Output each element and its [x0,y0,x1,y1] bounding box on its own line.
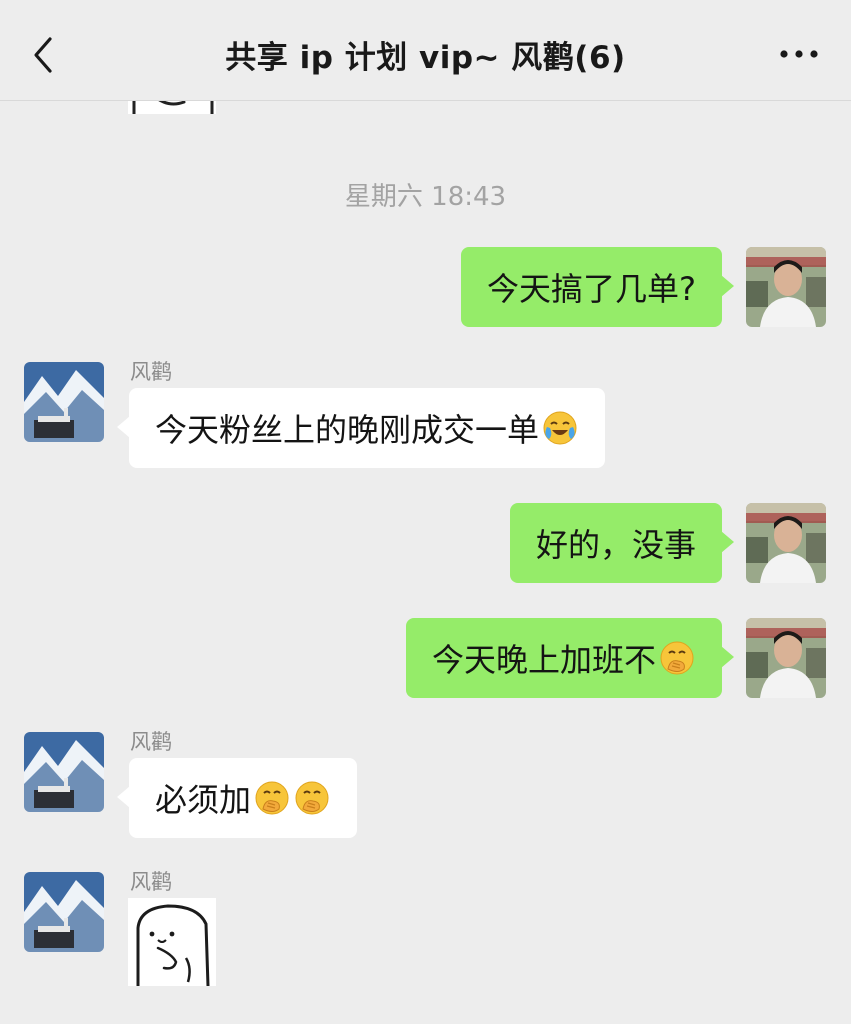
back-button[interactable] [20,30,66,80]
message-text: 今天搞了几单? [487,270,696,308]
outgoing-message-bubble[interactable]: 今天搞了几单? [461,247,734,327]
bear-sticker[interactable] [128,898,216,986]
sender-avatar[interactable] [24,732,104,812]
sender-avatar[interactable] [24,362,104,442]
nav-bar: 共享 ip 计划 vip~ 风鹳(6) [0,0,851,101]
sender-name: 风鹳 [130,730,172,754]
message-text: 今天粉丝上的晚刚成交一单 [155,411,540,449]
my-avatar[interactable] [746,503,826,583]
outgoing-message-bubble[interactable]: 好的，没事 [509,503,735,583]
sender-name: 风鹳 [130,870,172,894]
message-text: 今天晚上加班不 [431,641,656,679]
my-avatar[interactable] [746,618,826,698]
chevron-left-icon [34,37,52,73]
outgoing-message-bubble[interactable]: 今天晚上加班不 [405,618,735,698]
sender-name: 风鹳 [130,360,172,384]
crying-laughing-emoji [541,409,579,447]
sender-avatar[interactable] [24,872,104,952]
hand-over-mouth-emoji [293,779,331,817]
incoming-message-bubble[interactable]: 必须加 [116,758,358,838]
ellipsis-icon [780,50,818,58]
message-timestamp: 星期六 18:43 [344,182,507,212]
message-text: 好的，没事 [535,526,696,564]
chat-title: 共享 ip 计划 vip~ 风鹳(6) [225,40,626,76]
hand-over-mouth-emoji [658,639,696,677]
hand-over-mouth-emoji [253,779,291,817]
incoming-message-bubble[interactable]: 今天粉丝上的晚刚成交一单 [116,388,606,468]
message-text: 必须加 [155,781,252,819]
chat-screen: 共享 ip 计划 vip~ 风鹳(6) 星期六 18:43 今天搞了几单? 风鹳… [0,0,851,1024]
more-button[interactable] [777,44,821,64]
my-avatar[interactable] [746,247,826,327]
